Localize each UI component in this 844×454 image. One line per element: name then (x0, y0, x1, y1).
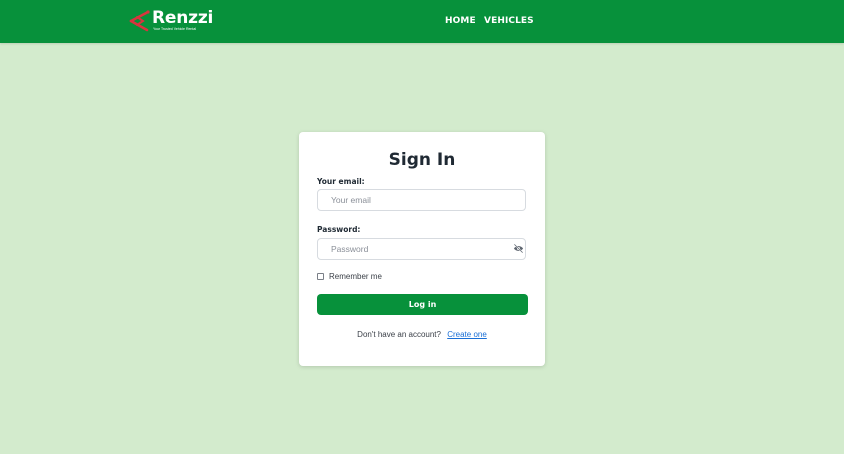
remember-me-label[interactable]: Remember me (329, 272, 382, 282)
brand-name: Renzzi (152, 8, 214, 28)
email-label: Your email: (317, 177, 365, 186)
top-navbar: Renzzi Your Trusted Vehicle Rental HOME … (0, 0, 844, 43)
brand-logo[interactable]: Renzzi Your Trusted Vehicle Rental (128, 6, 213, 38)
signup-prompt-text: Don't have an account? (357, 330, 441, 339)
password-label: Password: (317, 225, 361, 234)
remember-me-checkbox[interactable] (317, 273, 324, 280)
nav-home-link[interactable]: HOME (445, 15, 476, 27)
brand-tagline: Your Trusted Vehicle Rental (153, 27, 197, 31)
create-account-link[interactable]: Create one (447, 330, 487, 339)
email-field[interactable] (317, 189, 526, 211)
nav-vehicles-link[interactable]: VEHICLES (484, 15, 534, 27)
sign-in-card: Sign In Your email: Password: Remember m… (299, 132, 545, 366)
log-in-button[interactable]: Log in (317, 294, 528, 315)
arrow-logo-icon (129, 10, 150, 32)
eye-slash-icon[interactable] (513, 243, 524, 254)
page-title: Sign In (388, 150, 456, 170)
password-field[interactable] (317, 238, 526, 260)
signup-prompt-row: Don't have an account? Create one (299, 330, 545, 340)
